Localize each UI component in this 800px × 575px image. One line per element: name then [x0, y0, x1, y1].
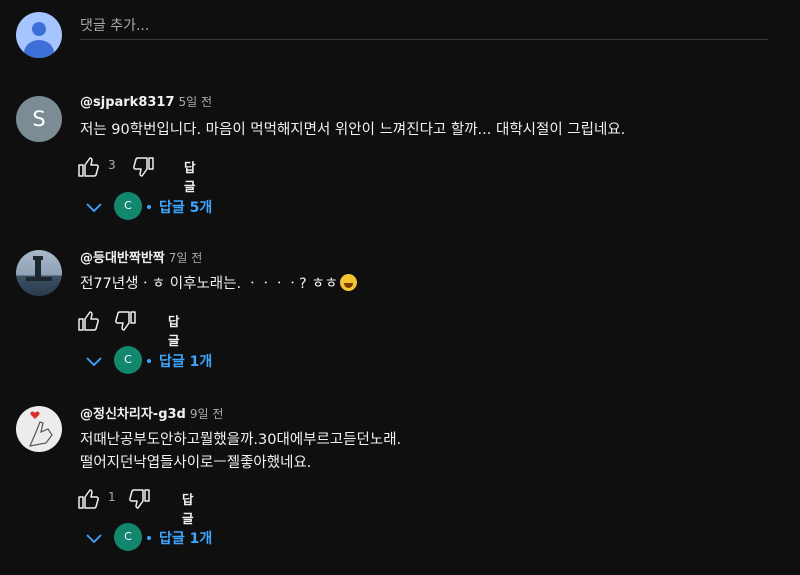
- avatar[interactable]: S: [16, 96, 62, 142]
- replies-count-label: 답글 5개: [159, 200, 213, 216]
- add-comment-box: [16, 12, 768, 60]
- comment-text-row: 전77년생ㆍㅎ 이후노래는. ㆍㆍㆍㆍ? ㅎㅎ: [80, 273, 358, 296]
- reply-avatar: C: [114, 192, 142, 220]
- lighthouse-icon: [26, 256, 52, 281]
- chevron-down-icon: [86, 357, 102, 367]
- reply-button[interactable]: 답글: [182, 489, 194, 527]
- thumbs-up-icon[interactable]: [76, 309, 100, 333]
- reply-button[interactable]: 답글: [184, 157, 196, 195]
- comment-text: 떨어지던낙엽들사이로ㅡ젤좋아했네요.: [80, 455, 312, 471]
- comment-input[interactable]: [80, 12, 768, 40]
- thumbs-up-icon[interactable]: [76, 487, 100, 511]
- comment-time[interactable]: 5일 전: [179, 95, 213, 109]
- comment-header: @정신차리자-g3d 9일 전: [80, 403, 223, 422]
- reply-avatar: C: [114, 346, 142, 374]
- separator-dot: [147, 359, 151, 363]
- like-count: 3: [108, 158, 116, 172]
- avatar[interactable]: [16, 250, 62, 296]
- replies-count-label: 답글 1개: [159, 531, 213, 547]
- separator-dot: [147, 205, 151, 209]
- thumbs-down-icon[interactable]: [132, 155, 156, 179]
- reply-button[interactable]: 답글: [168, 311, 180, 349]
- comment-time[interactable]: 9일 전: [190, 407, 224, 421]
- finger-heart-icon: [29, 411, 53, 447]
- comments-section: S @sjpark8317 5일 전 저는 90학번입니다. 마음이 먹먹해지면서…: [0, 0, 800, 575]
- comment-author[interactable]: @sjpark8317: [80, 95, 175, 110]
- comment-text: 저는 90학번입니다. 마음이 먹먹해지면서 위안이 느껴진다고 할까... 대…: [80, 122, 626, 138]
- comment-text: 전77년생ㆍㅎ 이후노래는. ㆍㆍㆍㆍ? ㅎㅎ: [80, 276, 339, 292]
- thumbs-down-icon[interactable]: [128, 487, 152, 511]
- account-icon[interactable]: [16, 12, 62, 58]
- laughing-emoji-icon: [340, 274, 358, 291]
- thumbs-down-icon[interactable]: [114, 309, 138, 333]
- comment-header: @sjpark8317 5일 전: [80, 93, 212, 110]
- comment-author[interactable]: @정신차리자-g3d: [80, 407, 186, 422]
- avatar[interactable]: [16, 406, 62, 452]
- replies-count-label: 답글 1개: [159, 354, 213, 370]
- chevron-down-icon: [86, 203, 102, 213]
- like-count: 1: [108, 490, 116, 504]
- reply-avatar: C: [114, 523, 142, 551]
- comment-header: @등대반짝반짝 7일 전: [80, 247, 202, 266]
- chevron-down-icon: [86, 534, 102, 544]
- thumbs-up-icon[interactable]: [76, 155, 100, 179]
- separator-dot: [147, 536, 151, 540]
- comment-time[interactable]: 7일 전: [169, 251, 203, 265]
- comment-author[interactable]: @등대반짝반짝: [80, 251, 165, 266]
- comment-text: 저때난공부도안하고뭘했을까.30대에부르고듣던노래.: [80, 432, 402, 448]
